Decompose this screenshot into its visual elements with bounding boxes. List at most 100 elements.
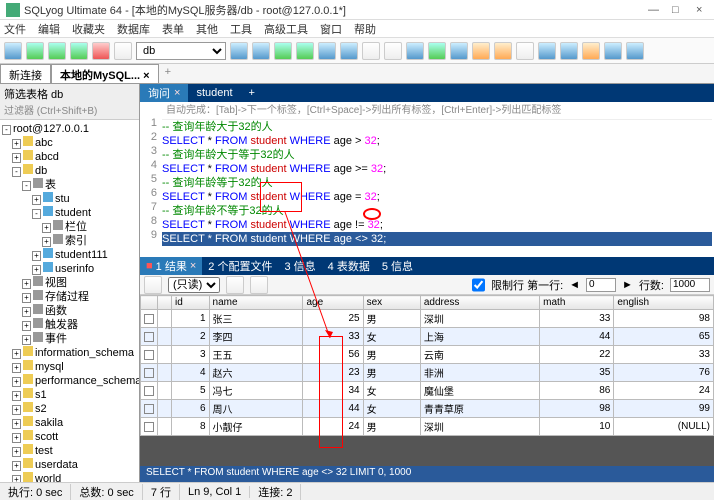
close-icon[interactable]: ×	[696, 4, 708, 16]
tab-close-icon[interactable]: ×	[143, 70, 149, 82]
tool-15[interactable]	[538, 42, 556, 60]
tool-12[interactable]	[472, 42, 490, 60]
menu-tools[interactable]: 工具	[230, 21, 252, 37]
filter-input[interactable]: 过滤器 (Ctrl+Shift+B)	[4, 102, 135, 117]
col-english: english	[614, 296, 714, 310]
table-row[interactable]: 1张三25男深圳3398	[141, 310, 714, 328]
tree-db: +s1	[2, 388, 137, 402]
tool-6[interactable]	[340, 42, 358, 60]
first-arrow-left[interactable]: ◄	[569, 279, 580, 291]
statusbar: 执行: 0 sec 总数: 0 sec 7 行 Ln 9, Col 1 连接: …	[0, 482, 714, 500]
tree-trg: +触发器	[2, 318, 137, 332]
tool-8[interactable]	[384, 42, 402, 60]
tool-11[interactable]	[450, 42, 468, 60]
results: ■1 结果× 2 个配置文件 3 信息 4 表数据 5 信息 (只读) 限制行 …	[140, 257, 714, 482]
menu-window[interactable]: 窗口	[320, 21, 342, 37]
menu-other[interactable]: 其他	[196, 21, 218, 37]
add-conn-tab[interactable]: +	[159, 64, 177, 83]
tool-3[interactable]	[274, 42, 292, 60]
sql-editor[interactable]: 123456789 自动完成：[Tab]->下一个标签，[Ctrl+Space]…	[140, 102, 714, 257]
sidebar: 筛选表格 db 过滤器 (Ctrl+Shift+B) -root@127.0.0…	[0, 84, 140, 482]
rtab-info2[interactable]: 5 信息	[376, 257, 419, 275]
table-row[interactable]: 6周八44女青青草原9899	[141, 400, 714, 418]
tree-table: +userinfo	[2, 262, 137, 276]
add-tab[interactable]: +	[241, 84, 263, 102]
refresh-button[interactable]	[70, 42, 88, 60]
table-row[interactable]: 2李四33女上海4465	[141, 328, 714, 346]
menu-advtools[interactable]: 高级工具	[264, 21, 308, 37]
tree-views: +视图	[2, 276, 137, 290]
tree-cols: +栏位	[2, 220, 137, 234]
rtab-profiles[interactable]: 2 个配置文件	[202, 257, 278, 275]
menu-fav[interactable]: 收藏夹	[72, 21, 105, 37]
readonly-select[interactable]: (只读)	[168, 277, 220, 293]
code-area[interactable]: 自动完成：[Tab]->下一个标签，[Ctrl+Space]->列出所有标签，[…	[160, 102, 714, 257]
tool-7[interactable]	[362, 42, 380, 60]
tool-9[interactable]	[406, 42, 424, 60]
table-row[interactable]: 5冯七34女魔仙堡8624	[141, 382, 714, 400]
limit-checkbox[interactable]	[472, 278, 485, 292]
tool-5[interactable]	[318, 42, 336, 60]
new-conn-button[interactable]	[4, 42, 22, 60]
tree-idx: +索引	[2, 234, 137, 248]
tool-1[interactable]	[230, 42, 248, 60]
filter-label: 筛选表格 db	[4, 86, 135, 102]
maximize-icon[interactable]: □	[672, 4, 684, 16]
conn-tab-1[interactable]: 本地的MySQL... ×	[51, 64, 159, 83]
export-icon[interactable]	[226, 276, 244, 294]
table-row[interactable]: 8小靓仔24男深圳10(NULL)	[141, 418, 714, 436]
tree-table: +stu	[2, 192, 137, 206]
menu-table[interactable]: 表单	[162, 21, 184, 37]
status-total: 总数: 0 sec	[71, 484, 142, 500]
tool-18[interactable]	[604, 42, 622, 60]
tool-13[interactable]	[494, 42, 512, 60]
tab-close-icon[interactable]: ×	[174, 87, 180, 99]
tab-student[interactable]: student	[188, 84, 240, 102]
tool-16[interactable]	[560, 42, 578, 60]
table-row[interactable]: 3王五56男云南2233	[141, 346, 714, 364]
minimize-icon[interactable]: —	[648, 4, 660, 16]
first-row-input[interactable]	[586, 278, 616, 292]
result-toolbar: (只读) 限制行 第一行: ◄ ► 行数:	[140, 275, 714, 295]
editor-hint: 自动完成：[Tab]->下一个标签，[Ctrl+Space]->列出所有标签，[…	[162, 103, 712, 120]
tree-tables: -表	[2, 178, 137, 192]
line-gutter: 123456789	[140, 102, 160, 257]
tree-db: +mysql	[2, 360, 137, 374]
status-conn: 连接: 2	[250, 484, 301, 500]
execute-button[interactable]	[26, 42, 44, 60]
menu-help[interactable]: 帮助	[354, 21, 376, 37]
tool-4[interactable]	[296, 42, 314, 60]
query-tabs: 询问× student +	[140, 84, 714, 102]
format-button[interactable]	[114, 42, 132, 60]
window-title: SQLyog Ultimate 64 - [本地的MySQL服务器/db - r…	[24, 2, 648, 18]
menu-edit[interactable]: 编辑	[38, 21, 60, 37]
tree-sp: +存储过程	[2, 290, 137, 304]
save-icon[interactable]	[250, 276, 268, 294]
tool-17[interactable]	[582, 42, 600, 60]
table-row[interactable]: 4赵六23男非洲3576	[141, 364, 714, 382]
rtab-data[interactable]: 4 表数据	[322, 257, 376, 275]
menu-file[interactable]: 文件	[4, 21, 26, 37]
tree-db: +scott	[2, 430, 137, 444]
db-select[interactable]: db	[136, 42, 226, 60]
db-tree[interactable]: -root@127.0.0.1 +abc +abcd -db -表 +stu -…	[0, 120, 139, 482]
tool-14[interactable]	[516, 42, 534, 60]
col-address: address	[420, 296, 539, 310]
tool-10[interactable]	[428, 42, 446, 60]
tool-2[interactable]	[252, 42, 270, 60]
grid-icon[interactable]	[144, 276, 162, 294]
rtab-info[interactable]: 3 信息	[278, 257, 321, 275]
status-pos: Ln 9, Col 1	[180, 486, 250, 498]
new-conn-tab[interactable]: 新连接	[0, 64, 51, 83]
result-table[interactable]: id name age sex address math english 1张三…	[140, 295, 714, 436]
row-count-input[interactable]	[670, 278, 710, 292]
execute-all-button[interactable]	[48, 42, 66, 60]
stop-button[interactable]	[92, 42, 110, 60]
tree-db: +abcd	[2, 150, 137, 164]
rtab-result[interactable]: ■1 结果×	[140, 257, 202, 275]
tab-query[interactable]: 询问×	[140, 84, 188, 102]
menu-database[interactable]: 数据库	[117, 21, 150, 37]
tree-evt: +事件	[2, 332, 137, 346]
first-arrow-right[interactable]: ►	[622, 279, 633, 291]
tool-19[interactable]	[626, 42, 644, 60]
